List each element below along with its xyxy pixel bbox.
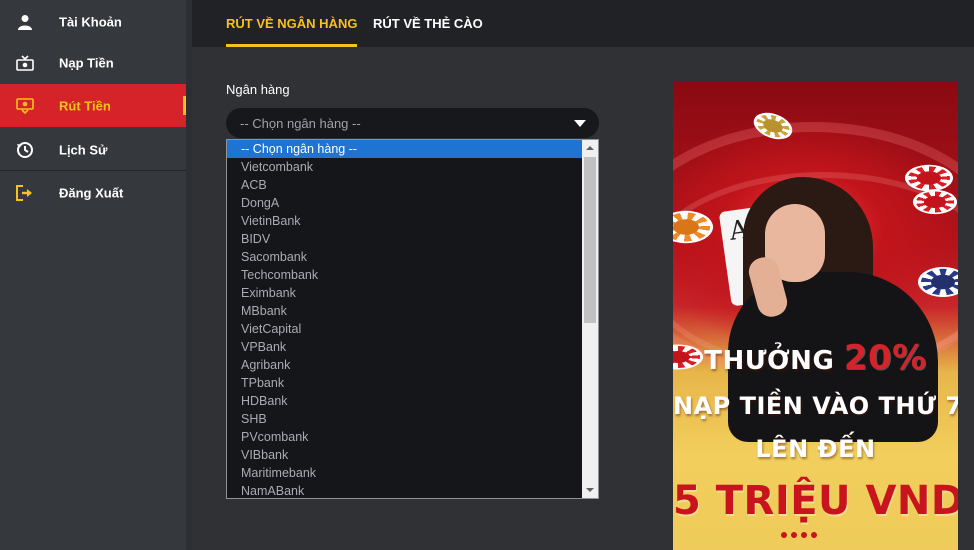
bank-option[interactable]: Agribank [227, 356, 583, 374]
sidebar-item-label: Lịch Sử [59, 142, 108, 157]
bank-option[interactable]: PVcombank [227, 428, 583, 446]
bank-option[interactable]: Techcombank [227, 266, 583, 284]
bank-option[interactable]: TPbank [227, 374, 583, 392]
banner-dots [781, 532, 817, 538]
sidebar-item-deposit[interactable]: Nạp Tiền [0, 41, 186, 84]
bank-select-value: -- Chọn ngân hàng -- [240, 115, 361, 131]
sidebar-item-label: Nạp Tiền [59, 55, 114, 70]
chevron-down-icon [574, 120, 586, 127]
sidebar-item-account[interactable]: Tài Khoản [0, 0, 186, 43]
bank-option[interactable]: SHB [227, 410, 583, 428]
scrollbar-thumb[interactable] [584, 157, 596, 323]
scroll-up-arrow-icon[interactable] [582, 140, 598, 156]
scroll-down-arrow-icon[interactable] [582, 482, 598, 498]
bank-option[interactable]: VietinBank [227, 212, 583, 230]
sidebar-item-label: Rút Tiền [59, 98, 111, 113]
bank-option[interactable]: VietCapital [227, 320, 583, 338]
bank-option[interactable]: Sacombank [227, 248, 583, 266]
bank-option[interactable]: Maritimebank [227, 464, 583, 482]
bank-option[interactable]: -- Chọn ngân hàng -- [227, 140, 583, 158]
bank-option[interactable]: BIDV [227, 230, 583, 248]
bank-option[interactable]: Eximbank [227, 284, 583, 302]
tab-withdraw-bank[interactable]: RÚT VỀ NGÂN HÀNG [226, 0, 358, 47]
tab-withdraw-card[interactable]: RÚT VỀ THẺ CÀO [373, 0, 483, 47]
promo-line-2: NẠP TIỀN VÀO THỨ 7 [673, 392, 958, 420]
promo-percent: 20% [843, 338, 927, 378]
sidebar-item-label: Tài Khoản [59, 14, 122, 29]
bank-options: -- Chọn ngân hàng -- Vietcombank ACB DongA V… [227, 140, 583, 498]
bank-dropdown-list[interactable]: -- Chọn ngân hàng -- Vietcombank ACB DongA V… [226, 139, 599, 499]
dropdown-scrollbar[interactable] [582, 140, 598, 498]
promo-line-1: THƯỞNG 20% [704, 338, 927, 378]
bank-select[interactable]: -- Chọn ngân hàng -- [226, 108, 599, 138]
bank-option[interactable]: HDBank [227, 392, 583, 410]
withdraw-icon [15, 96, 35, 116]
bank-option[interactable]: MBbank [227, 302, 583, 320]
logout-icon [15, 183, 35, 203]
bank-option[interactable]: Vietcombank [227, 158, 583, 176]
history-icon [15, 140, 35, 160]
bank-option[interactable]: DongA [227, 194, 583, 212]
sidebar-item-logout[interactable]: Đăng Xuất [0, 171, 186, 214]
bank-field-label: Ngân hàng [226, 82, 290, 97]
sidebar-item-history[interactable]: Lịch Sử [0, 128, 186, 171]
bank-option[interactable]: NamABank [227, 482, 583, 498]
sidebar-item-label: Đăng Xuất [59, 185, 124, 200]
promo-line-4: 5 TRIỆU VND [673, 478, 958, 524]
deposit-icon [15, 53, 35, 73]
promo-banner[interactable]: A THƯỞNG 20% NẠP TIỀN VÀO THỨ 7 LÊN ĐẾN … [673, 82, 958, 550]
bank-option[interactable]: ACB [227, 176, 583, 194]
sidebar: Tài Khoản Nạp Tiền Rút Tiền Lịch Sử Đăng… [0, 0, 186, 550]
promo-line-3: LÊN ĐẾN [755, 435, 876, 463]
tab-bar: RÚT VỀ NGÂN HÀNG RÚT VỀ THẺ CÀO [192, 0, 974, 47]
sidebar-item-withdraw[interactable]: Rút Tiền [0, 84, 186, 127]
user-icon [15, 12, 35, 32]
bank-option[interactable]: VPBank [227, 338, 583, 356]
bank-option[interactable]: VIBbank [227, 446, 583, 464]
